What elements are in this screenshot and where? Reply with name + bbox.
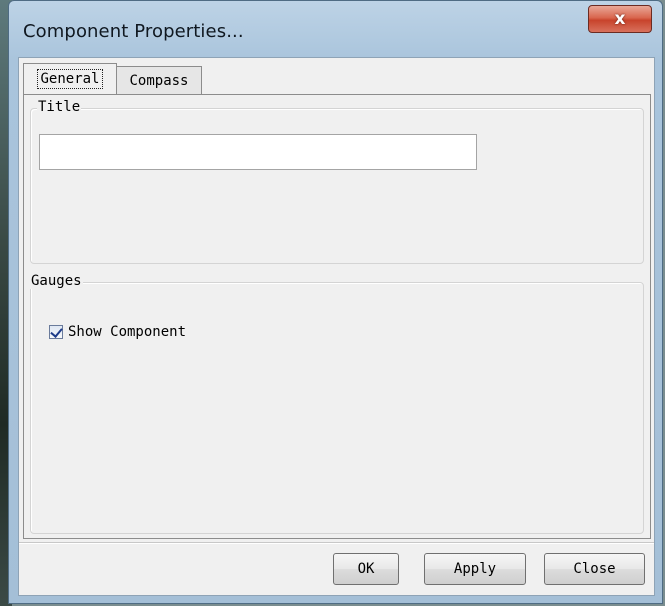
- window-title: Component Properties...: [23, 21, 244, 42]
- window-close-button[interactable]: x: [588, 5, 652, 33]
- dialog-window: Component Properties... x General Compas…: [8, 0, 663, 604]
- tab-compass-label: Compass: [129, 72, 189, 89]
- dialog-button-bar: OK Apply Close: [19, 542, 654, 596]
- tab-general[interactable]: General: [23, 63, 117, 94]
- title-input[interactable]: [39, 134, 477, 170]
- title-group: Title: [30, 99, 644, 264]
- apply-button[interactable]: Apply: [424, 553, 526, 585]
- dialog-client-area: General Compass Title Gauges Show Compon…: [18, 57, 655, 596]
- close-icon: x: [614, 9, 626, 29]
- close-button[interactable]: Close: [544, 553, 645, 585]
- gauges-group-label: Gauges: [30, 273, 83, 289]
- ok-button[interactable]: OK: [333, 553, 399, 585]
- tab-compass[interactable]: Compass: [116, 66, 202, 94]
- general-tab-panel: Title Gauges Show Component: [23, 94, 651, 539]
- show-component-checkbox-row[interactable]: Show Component: [49, 324, 186, 340]
- title-bar[interactable]: Component Properties... x: [9, 1, 662, 57]
- gauges-group: Gauges Show Component: [30, 273, 644, 534]
- tab-general-label: General: [37, 69, 103, 89]
- show-component-checkbox[interactable]: [49, 325, 63, 339]
- title-group-label: Title: [37, 99, 82, 115]
- show-component-label: Show Component: [68, 324, 187, 340]
